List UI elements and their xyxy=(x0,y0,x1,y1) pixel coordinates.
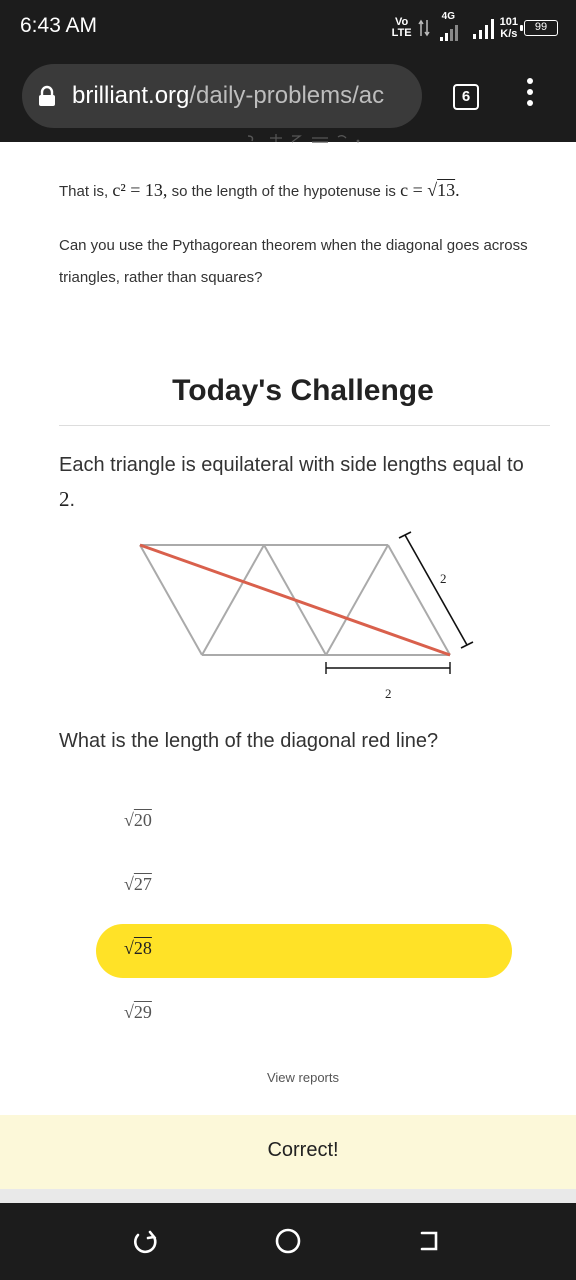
battery-icon: 99 xyxy=(520,20,558,36)
status-bar: 6:43 AM Vo LTE 4G 101 K/s 99 xyxy=(0,0,576,56)
network-speed: 101 K/s xyxy=(499,16,518,40)
browser-toolbar: brilliant.org/daily-problems/ac 6 xyxy=(0,56,576,142)
bottom-length-label: 2 xyxy=(385,686,392,701)
cut-off-equation xyxy=(247,134,360,143)
lock-icon xyxy=(39,85,55,106)
section-divider xyxy=(59,425,550,426)
status-icons: Vo LTE 4G 101 K/s 99 xyxy=(392,10,558,46)
address-bar[interactable]: brilliant.org/daily-problems/ac xyxy=(22,64,422,128)
triangles-figure: 2 2 xyxy=(139,531,474,701)
url-text: brilliant.org/daily-problems/ac xyxy=(72,82,385,109)
feedback-banner: Correct! xyxy=(0,1115,576,1189)
overflow-menu-icon[interactable] xyxy=(522,78,538,118)
data-transfer-icon xyxy=(418,19,430,37)
question-text: What is the length of the diagonal red l… xyxy=(59,730,439,752)
side-length-label: 2 xyxy=(440,571,447,586)
signal-4g-icon: 4G xyxy=(436,11,466,43)
answer-choice-1[interactable]: √20 xyxy=(96,796,512,850)
app-screen: 6:43 AM Vo LTE 4G 101 K/s 99 brilliant.o… xyxy=(0,0,576,1280)
answer-choice-2[interactable]: √27 xyxy=(96,860,512,914)
answer-choice-3-selected[interactable]: √28 xyxy=(96,924,512,978)
feedback-text: Correct! xyxy=(267,1139,339,1161)
volte-indicator: Vo LTE xyxy=(391,16,412,39)
bottom-dimension-marker xyxy=(325,662,451,674)
bottom-divider-band xyxy=(0,1189,576,1203)
problem-statement: Each triangle is equilateral with side l… xyxy=(59,454,524,511)
follow-up-question: Can you use the Pythagorean theorem when… xyxy=(59,237,528,286)
home-button-icon[interactable] xyxy=(270,1223,306,1259)
tab-switcher-button[interactable]: 6 xyxy=(453,84,479,110)
diagonal-red-line xyxy=(139,543,451,657)
explanation-text: That is, c² = 13, so the length of the h… xyxy=(59,180,460,200)
view-reports-link[interactable]: View reports xyxy=(0,1070,576,1085)
back-gesture-icon[interactable] xyxy=(128,1223,164,1259)
signal-bars-icon xyxy=(472,19,494,39)
recent-apps-icon[interactable] xyxy=(412,1223,448,1259)
answer-choice-4[interactable]: √29 xyxy=(96,988,512,1042)
system-navigation-bar xyxy=(0,1203,576,1280)
section-title: Today's Challenge xyxy=(172,374,434,407)
status-time: 6:43 AM xyxy=(20,14,98,37)
